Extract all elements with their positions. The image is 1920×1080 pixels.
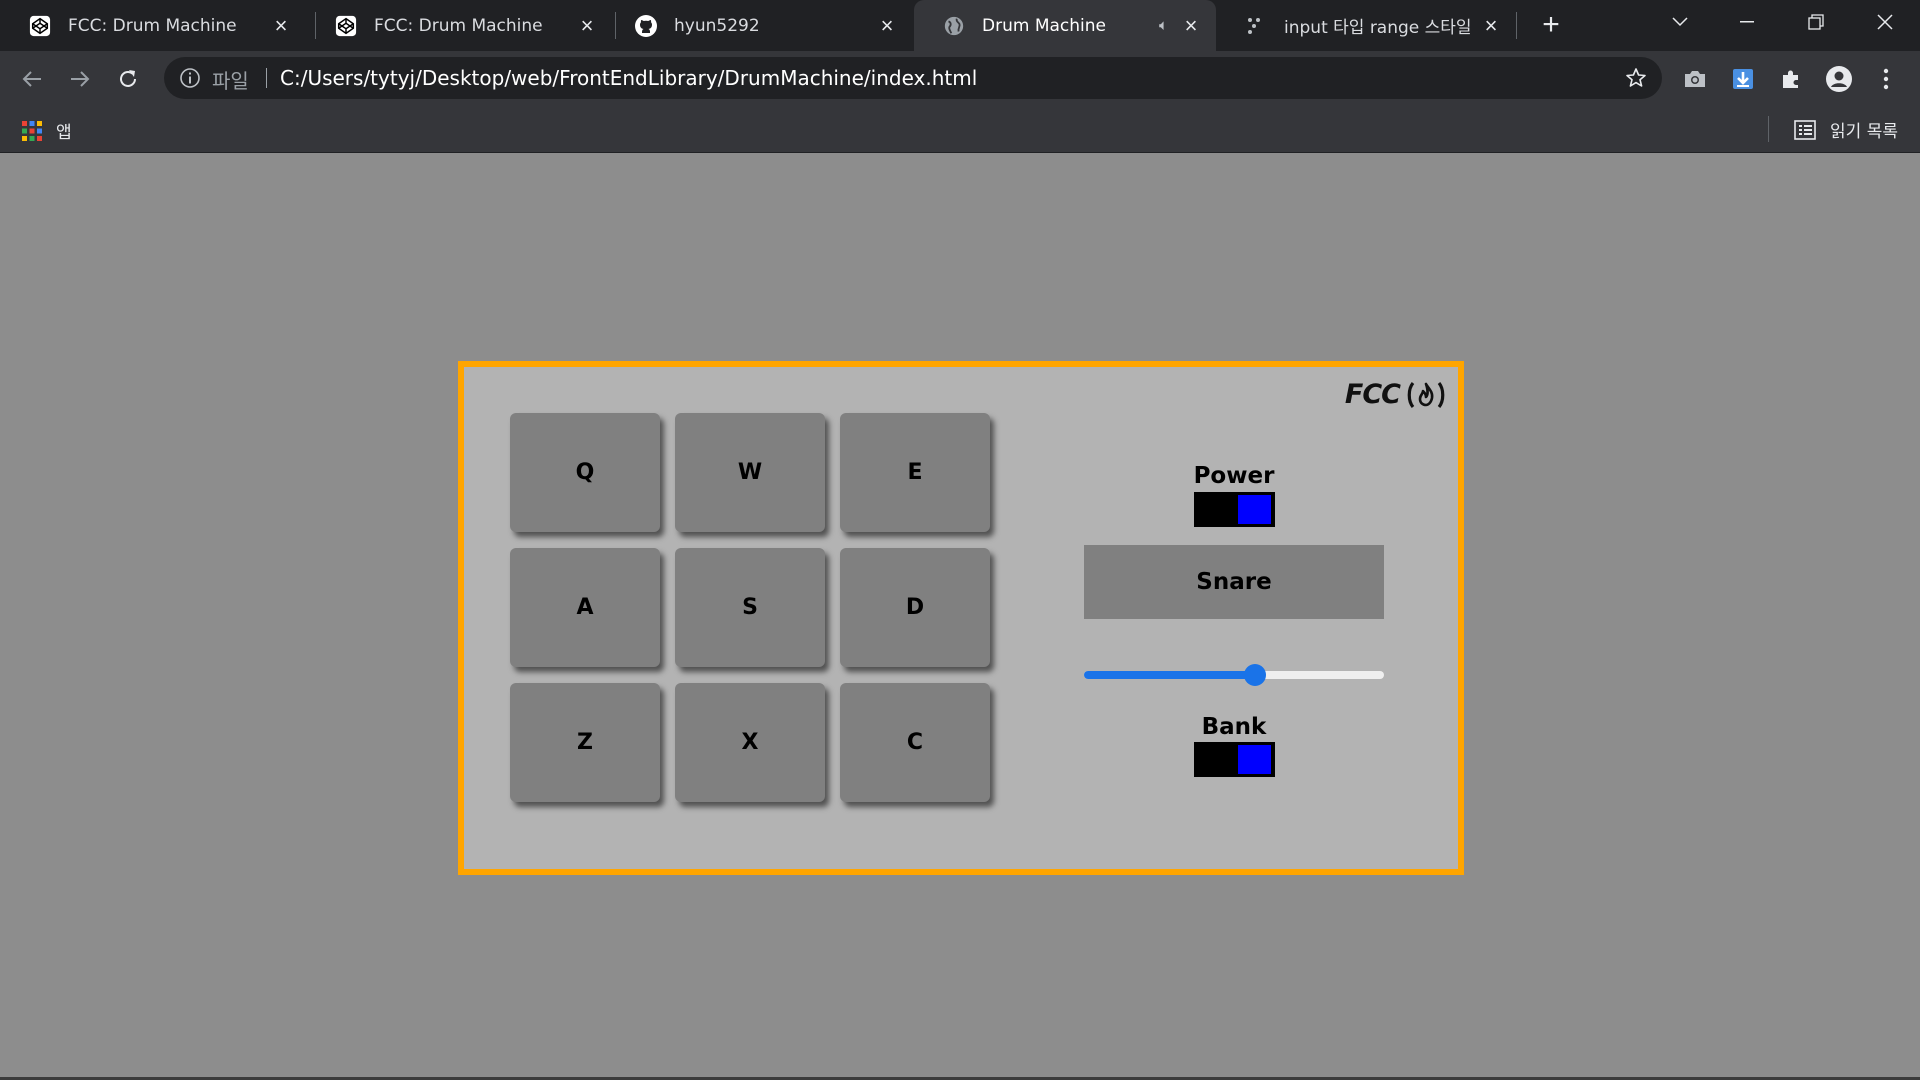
drum-pad-e[interactable]: E bbox=[840, 413, 990, 532]
camera-icon[interactable] bbox=[1681, 65, 1709, 93]
tab-title: hyun5292 bbox=[674, 15, 760, 36]
speaker-icon[interactable]: 🔈︎ bbox=[1159, 17, 1168, 34]
bookmarks-divider bbox=[1768, 116, 1769, 142]
info-icon[interactable] bbox=[178, 66, 202, 90]
tab-title: input 타입 range 스타일 bbox=[1284, 18, 1472, 38]
tab-title: Drum Machine bbox=[982, 15, 1106, 36]
bookmarks-bar: 앱 읽기 목록 bbox=[0, 106, 1920, 153]
apps-label: 앱 bbox=[56, 123, 72, 143]
new-tab-plus-icon[interactable]: + bbox=[1536, 8, 1566, 41]
file-scheme-label: 파일 bbox=[212, 69, 249, 93]
bank-label: Bank bbox=[1201, 714, 1267, 740]
drum-pad-s[interactable]: S bbox=[675, 548, 825, 667]
power-toggle-knob bbox=[1238, 495, 1271, 524]
tab-search-chevron-icon[interactable] bbox=[1650, 0, 1710, 44]
drum-pad-w[interactable]: W bbox=[675, 413, 825, 532]
apps-grid-icon bbox=[22, 120, 42, 141]
tab-3[interactable]: hyun5292 × bbox=[606, 0, 912, 51]
back-arrow-icon[interactable] bbox=[14, 61, 50, 97]
github-icon bbox=[634, 14, 658, 38]
drum-machine: FCC Q W E A S D Z X C Power Snare Bank bbox=[458, 361, 1464, 875]
tab-1[interactable]: FCC: Drum Machine × bbox=[0, 0, 306, 51]
reading-list-icon bbox=[1794, 119, 1816, 140]
volume-thumb[interactable] bbox=[1244, 664, 1266, 686]
kebab-menu-icon[interactable] bbox=[1872, 65, 1900, 93]
tab-5[interactable]: input 타입 range 스타일 × bbox=[1216, 0, 1516, 51]
bank-toggle-knob bbox=[1238, 745, 1271, 774]
download-icon[interactable] bbox=[1729, 65, 1757, 93]
pad-bank: Q W E A S D Z X C bbox=[510, 413, 1010, 813]
power-toggle[interactable] bbox=[1194, 492, 1275, 527]
volume-fill bbox=[1084, 671, 1255, 679]
codepen-icon bbox=[28, 14, 52, 38]
restore-icon[interactable] bbox=[1786, 0, 1846, 44]
close-icon[interactable]: × bbox=[1180, 13, 1202, 38]
tab-4-active[interactable]: Drum Machine 🔈︎ × bbox=[914, 0, 1216, 51]
drum-pad-q[interactable]: Q bbox=[510, 413, 660, 532]
drum-pad-z[interactable]: Z bbox=[510, 683, 660, 802]
drum-pad-a[interactable]: A bbox=[510, 548, 660, 667]
bank-toggle[interactable] bbox=[1194, 742, 1275, 777]
controls-panel: Power Snare Bank bbox=[1084, 367, 1384, 867]
close-icon[interactable]: × bbox=[876, 13, 898, 38]
volume-slider[interactable] bbox=[1084, 663, 1384, 687]
close-icon[interactable]: × bbox=[576, 13, 598, 38]
browser-toolbar: 파일 C:/Users/tytyj/Desktop/web/FrontEndLi… bbox=[0, 51, 1920, 106]
display-screen: Snare bbox=[1084, 545, 1384, 619]
reading-list-label: 읽기 목록 bbox=[1830, 122, 1898, 142]
tab-title: FCC: Drum Machine bbox=[374, 15, 543, 36]
drum-pad-d[interactable]: D bbox=[840, 548, 990, 667]
close-icon[interactable]: × bbox=[270, 13, 292, 38]
codepen-icon bbox=[334, 14, 358, 38]
close-icon[interactable]: × bbox=[1480, 13, 1502, 38]
url-text[interactable]: C:/Users/tytyj/Desktop/web/FrontEndLibra… bbox=[280, 66, 977, 90]
drum-pad-x[interactable]: X bbox=[675, 683, 825, 802]
drum-pad-c[interactable]: C bbox=[840, 683, 990, 802]
apps-shortcut[interactable]: 앱 bbox=[22, 118, 72, 143]
profile-avatar-icon[interactable] bbox=[1825, 65, 1853, 93]
power-label: Power bbox=[1193, 463, 1275, 489]
reload-icon[interactable] bbox=[110, 61, 146, 97]
tab-2[interactable]: FCC: Drum Machine × bbox=[306, 0, 612, 51]
reading-list-button[interactable]: 읽기 목록 bbox=[1794, 117, 1898, 142]
globe-icon bbox=[942, 14, 966, 38]
tab-strip: FCC: Drum Machine × FCC: Drum Machine × … bbox=[0, 0, 1920, 51]
dots-icon bbox=[1244, 14, 1268, 38]
extensions-puzzle-icon[interactable] bbox=[1777, 65, 1805, 93]
fire-icon bbox=[1407, 381, 1445, 408]
close-window-icon[interactable] bbox=[1855, 0, 1915, 44]
forward-arrow-icon[interactable] bbox=[62, 61, 98, 97]
omnibox-divider bbox=[266, 68, 267, 88]
tab-divider bbox=[1516, 12, 1517, 39]
tab-title: FCC: Drum Machine bbox=[68, 15, 237, 36]
bookmark-star-icon[interactable] bbox=[1624, 66, 1648, 90]
address-bar[interactable]: 파일 C:/Users/tytyj/Desktop/web/FrontEndLi… bbox=[164, 57, 1662, 99]
minimize-icon[interactable] bbox=[1717, 0, 1777, 44]
